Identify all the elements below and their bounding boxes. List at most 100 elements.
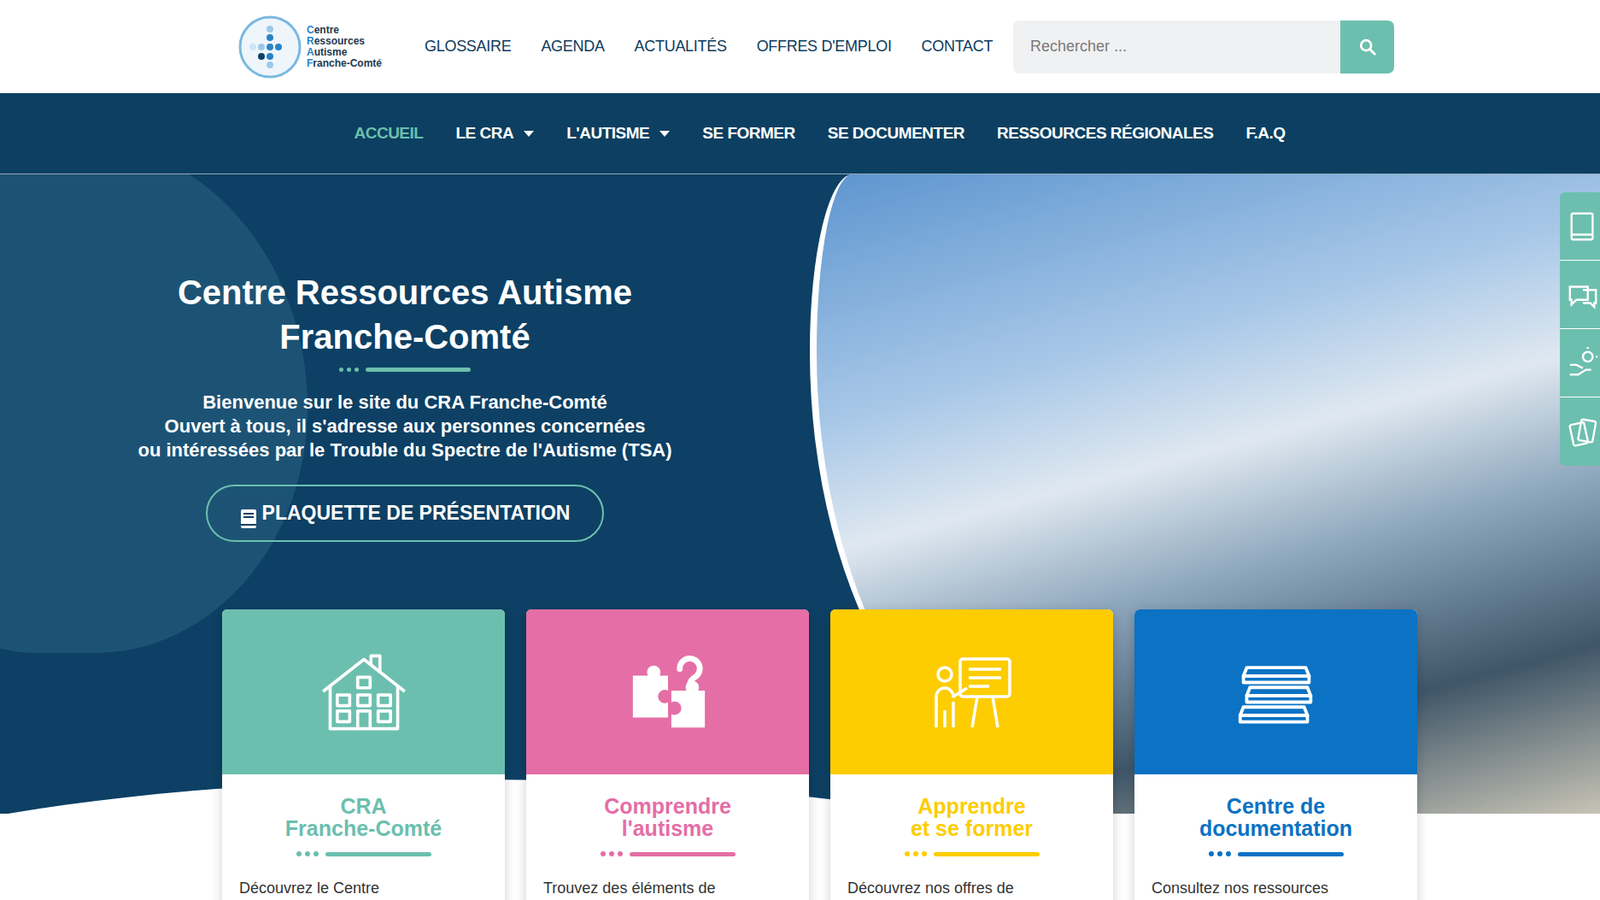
dropdown-caret-icon (659, 130, 670, 137)
search-form (1013, 20, 1395, 74)
side-tab-icon (1566, 415, 1600, 448)
top-nav-link[interactable]: GLOSSAIRE (424, 35, 511, 59)
logo-line: Autisme (306, 46, 382, 59)
feature-card-header (222, 609, 505, 774)
side-tab-icon (1566, 346, 1600, 380)
feature-card-title-line: l'autisme (543, 816, 792, 839)
main-nav-label: F.A.Q (1245, 121, 1285, 147)
title-divider (847, 850, 1096, 856)
header-bar: CentreRessourcesAutismeFranche-Comté GLOS… (236, 0, 1395, 94)
divider-dot (1225, 850, 1231, 856)
logo-text: CentreRessourcesAutismeFranche-Comté (306, 24, 382, 70)
feature-card-text: Trouvez des éléments de (543, 876, 792, 900)
search-button[interactable] (1340, 20, 1395, 74)
side-tab[interactable] (1559, 192, 1600, 261)
feature-card-body: Comprendrel'autisme Trouvez des éléments … (526, 773, 809, 900)
feature-card-text: Consultez nos ressources (1151, 876, 1401, 900)
feature-card[interactable]: Comprendrel'autisme Trouvez des éléments … (526, 609, 809, 900)
hero-intro-line: ou intéressées par le Trouble du Spectre… (0, 438, 810, 463)
feature-card[interactable]: CRAFranche-Comté Découvrez le Centre (222, 609, 505, 900)
main-nav-label: ACCUEIL (353, 121, 423, 147)
feature-card-title-line: documentation (1151, 816, 1401, 839)
top-nav-link[interactable]: CONTACT (921, 35, 994, 59)
site-logo[interactable]: CentreRessourcesAutismeFranche-Comté (236, 13, 382, 81)
divider-dot (1208, 850, 1214, 856)
feature-card-header (830, 609, 1114, 774)
main-nav-link[interactable]: RESSOURCES RÉGIONALES (996, 121, 1214, 147)
search-icon (1358, 37, 1378, 57)
house-icon (319, 651, 409, 733)
brochure-button-label: PLAQUETTE DE PRÉSENTATION (262, 498, 571, 528)
main-nav-link[interactable]: L'AUTISME (566, 121, 670, 147)
top-nav-link[interactable]: ACTUALITÉS (634, 35, 727, 59)
main-nav-link[interactable]: SE FORMER (702, 121, 795, 147)
logo-line: Ressources (306, 35, 382, 47)
feature-card-title-line: et se former (847, 816, 1096, 839)
feature-card-body: CRAFranche-Comté Découvrez le Centre (222, 773, 505, 900)
divider-bar (365, 367, 471, 372)
divider-bar (629, 851, 736, 856)
divider-dot (1217, 850, 1223, 856)
feature-card-title-line: Franche-Comté (239, 816, 488, 839)
main-nav-link[interactable]: LE CRA (455, 121, 534, 147)
feature-card-title: CRAFranche-Comté (239, 794, 488, 839)
main-nav-label: SE FORMER (702, 121, 795, 147)
logo-line: Centre (306, 24, 382, 36)
main-nav-label: RESSOURCES RÉGIONALES (996, 121, 1214, 147)
title-divider (1151, 850, 1401, 856)
main-nav-link[interactable]: ACCUEIL (353, 121, 423, 147)
hero-intro-line: Ouvert à tous, il s'adresse aux personne… (0, 414, 810, 439)
feature-card[interactable]: Centre dedocumentation Consultez nos ress… (1134, 609, 1418, 900)
feature-card-body: Centre dedocumentation Consultez nos ress… (1134, 773, 1418, 900)
title-divider (239, 850, 488, 856)
book-icon (240, 502, 258, 523)
feature-card[interactable]: Apprendreet se former Découvrez nos offre… (830, 609, 1114, 900)
divider-dot (296, 850, 302, 856)
divider-dot (313, 850, 319, 856)
main-nav-label: L'AUTISME (566, 121, 650, 147)
site-header: CentreRessourcesAutismeFranche-Comté GLOS… (0, 0, 1600, 94)
divider-dot (904, 850, 910, 856)
side-tab[interactable] (1559, 260, 1600, 329)
logo-icon (236, 13, 304, 81)
side-tab-icon (1566, 278, 1600, 311)
hero-title-line: Franche-Comté (0, 314, 810, 359)
top-nav: GLOSSAIRE AGENDA ACTUALITÉS OFFRES D'EMPLOI… (424, 35, 993, 59)
top-nav-link[interactable]: AGENDA (540, 35, 604, 59)
title-divider (543, 850, 792, 856)
main-nav-link[interactable]: F.A.Q (1245, 121, 1285, 147)
top-nav-link[interactable]: OFFRES D'EMPLOI (756, 35, 892, 59)
title-divider (0, 367, 810, 372)
divider-dot (354, 367, 359, 372)
feature-cards: CRAFranche-Comté Découvrez le Centre Compr… (222, 609, 1600, 900)
divider-bar (1237, 851, 1344, 856)
side-tab[interactable] (1559, 328, 1600, 398)
books-icon (1235, 658, 1318, 726)
brochure-button[interactable]: PLAQUETTE DE PRÉSENTATION (205, 484, 605, 542)
divider-dot (617, 850, 623, 856)
hero-title-line: Centre Ressources Autisme (0, 269, 810, 315)
divider-dot (609, 850, 615, 856)
puzzle-icon (626, 650, 710, 734)
hero-intro: Bienvenue sur le site du CRA Franche-Com… (0, 390, 810, 463)
divider-dot (346, 367, 352, 372)
feature-card-text: Découvrez nos offres de (847, 876, 1096, 900)
feature-card-body: Apprendreet se former Découvrez nos offre… (830, 773, 1114, 900)
search-input[interactable] (1013, 20, 1341, 74)
feature-card-title-line: Comprendre (543, 794, 792, 817)
main-nav-link[interactable]: SE DOCUMENTER (827, 121, 965, 147)
feature-card-header (526, 609, 809, 774)
side-tab-icon (1566, 210, 1600, 243)
feature-card-title: Apprendreet se former (847, 794, 1096, 839)
feature-card-title-line: Centre de (1151, 794, 1401, 817)
divider-dot (921, 850, 927, 856)
divider-dot (913, 850, 919, 856)
feature-card-text: Découvrez le Centre (239, 876, 488, 900)
feature-card-title: Comprendrel'autisme (543, 794, 792, 839)
side-tab[interactable] (1559, 397, 1600, 466)
dropdown-caret-icon (523, 130, 534, 137)
main-nav-label: SE DOCUMENTER (827, 121, 965, 147)
divider-dot (600, 850, 606, 856)
feature-card-header (1134, 609, 1418, 774)
teacher-icon (929, 653, 1015, 731)
